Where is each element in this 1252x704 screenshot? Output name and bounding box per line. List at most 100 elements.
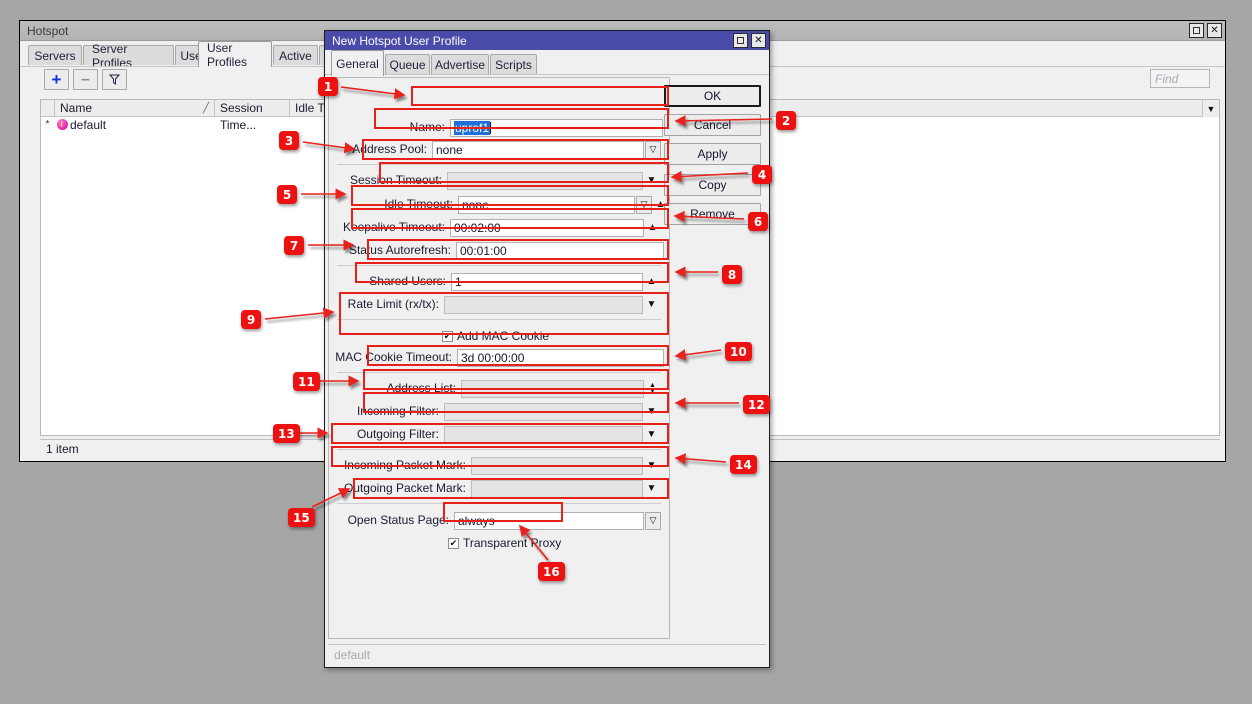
checkmark-icon: ✔ [443,331,452,341]
maximize-icon[interactable] [733,33,748,48]
sort-asc-icon: ╱ [202,102,209,114]
rate-limit-input[interactable] [444,295,643,314]
row-outgoing-packet-mark: Outgoing Packet Mark: ▼ [329,479,669,498]
idle-timeout-input[interactable]: none [458,195,635,214]
general-form: Name: uprof1 Address Pool: none ▽​ Sessi… [328,77,670,639]
tab-label: Active [279,48,312,63]
annotation-badge-1: 1 [318,77,338,96]
tab-advertise[interactable]: Advertise [431,54,489,74]
row-keepalive-timeout: Keepalive Timeout: 00:02:00 ▲ [329,218,669,237]
rate-limit-chevron-down-icon[interactable]: ▼ [643,296,660,314]
remove-button[interactable]: Remove [664,203,761,225]
session-timeout-input[interactable] [447,171,643,190]
address-pool-dropdown-icon[interactable]: ▽​ [645,140,661,159]
row-add-mac-cookie[interactable]: ✔ Add MAC Cookie [442,327,549,346]
tab-active[interactable]: Active [273,45,318,65]
tab-label: Servers [34,48,76,63]
address-pool-input[interactable]: none [432,140,644,159]
open-status-page-input[interactable]: always [454,511,644,530]
filter-button[interactable] [102,69,127,90]
tab-general[interactable]: General [331,50,384,76]
column-session-timeout[interactable]: Session Time... [215,99,290,132]
address-list-label: Address List: [386,381,456,395]
annotation-badge-15: 15 [288,508,315,527]
row-address-pool: Address Pool: none ▽​ [329,140,669,159]
open-status-page-dropdown-icon[interactable]: ▽​ [645,511,661,530]
shared-users-input[interactable]: 1 [451,272,643,291]
annotation-badge-5: 5 [277,185,297,204]
outgoing-packet-mark-chevron-down-icon[interactable]: ▼ [643,480,660,498]
open-status-page-value: always [458,513,495,528]
maximize-icon[interactable] [1189,23,1204,38]
row-idle-timeout: Idle Timeout: none ▽​ ▲ [329,195,669,214]
name-value: uprof1 [454,120,491,135]
idle-timeout-label: Idle Timeout: [384,197,453,211]
filter-icon [109,74,120,85]
session-timeout-chevron-down-icon[interactable]: ▼ [643,172,660,190]
annotation-badge-9: 9 [241,310,261,329]
name-input[interactable]: uprof1 [450,118,663,137]
tab-user-profiles[interactable]: User Profiles [198,40,272,69]
hotspot-window-title: Hotspot [27,23,69,38]
keepalive-timeout-input[interactable]: 00:02:00 [450,218,644,237]
shared-users-chevron-up-icon[interactable]: ▲ [643,273,660,291]
minus-icon: – [81,70,90,88]
outgoing-filter-chevron-down-icon[interactable]: ▼ [643,426,660,444]
chevron-down-icon[interactable]: ▼ [1202,100,1219,117]
row-rate-limit: Rate Limit (rx/tx): ▼ [329,295,669,314]
keepalive-timeout-chevron-up-icon[interactable]: ▲ [644,219,661,237]
find-input[interactable]: Find [1150,69,1210,88]
annotation-badge-2: 2 [776,111,796,130]
transparent-proxy-label: Transparent Proxy [463,536,562,550]
tab-label: User Profiles [207,40,248,69]
incoming-packet-mark-input[interactable] [471,456,643,475]
close-icon[interactable]: ✕ [751,33,766,48]
transparent-proxy-checkbox[interactable]: ✔ [448,538,459,549]
row-session-timeout: Session Timeout: ▼ [329,171,669,190]
cancel-button[interactable]: Cancel [664,114,761,136]
dialog-status-text: default [334,647,371,662]
idle-timeout-dropdown-icon[interactable]: ▽​ [636,195,652,214]
incoming-packet-mark-label: Incoming Packet Mark: [343,458,466,472]
mac-cookie-timeout-value: 3d 00:00:00 [461,350,525,365]
annotation-badge-6: 6 [748,212,768,231]
outgoing-filter-input[interactable] [444,425,643,444]
tab-scripts[interactable]: Scripts [490,54,537,74]
incoming-filter-chevron-down-icon[interactable]: ▼ [643,403,660,421]
row-transparent-proxy[interactable]: ✔ Transparent Proxy [448,534,561,553]
flag-column-header [41,99,55,117]
tab-servers[interactable]: Servers [28,45,82,65]
shared-users-label: Shared Users: [369,274,446,288]
dialog-tabs: General Queue Advertise Scripts [325,50,769,76]
copy-button[interactable]: Copy [664,174,761,196]
row-address-list: Address List: ▲ ▼ [329,379,669,398]
row-status-autorefresh: Status Autorefresh: 00:01:00 [329,241,669,260]
ok-button[interactable]: OK [664,85,761,107]
address-list-stepper-icon[interactable]: ▲ ▼ [644,380,661,398]
row-name: Name: uprof1 [329,118,669,137]
dialog-buttons: OK Cancel Apply Copy Remove [664,85,761,232]
add-mac-cookie-checkbox[interactable]: ✔ [442,331,453,342]
name-label: Name: [409,120,445,134]
incoming-filter-label: Incoming Filter: [356,404,439,418]
add-mac-cookie-label: Add MAC Cookie [457,329,550,343]
incoming-filter-input[interactable] [444,402,643,421]
keepalive-timeout-label: Keepalive Timeout: [342,220,445,234]
add-button[interactable]: + [44,69,69,90]
tab-queue[interactable]: Queue [385,54,430,74]
annotation-badge-7: 7 [284,236,304,255]
tab-server-profiles[interactable]: Server Profiles [83,42,174,70]
outgoing-packet-mark-input[interactable] [471,479,643,498]
annotation-badge-14: 14 [730,455,757,474]
incoming-packet-mark-chevron-down-icon[interactable]: ▼ [643,457,660,475]
annotation-badge-13: 13 [273,424,300,443]
annotation-badge-4: 4 [752,165,772,184]
status-autorefresh-input[interactable]: 00:01:00 [456,241,664,260]
remove-button[interactable]: – [73,69,98,90]
apply-button[interactable]: Apply [664,143,761,165]
close-icon[interactable]: ✕ [1207,23,1222,38]
address-list-input[interactable] [461,379,644,398]
row-flag: * [45,119,50,130]
column-name[interactable]: Name ╱ [55,99,215,117]
mac-cookie-timeout-input[interactable]: 3d 00:00:00 [457,348,664,367]
